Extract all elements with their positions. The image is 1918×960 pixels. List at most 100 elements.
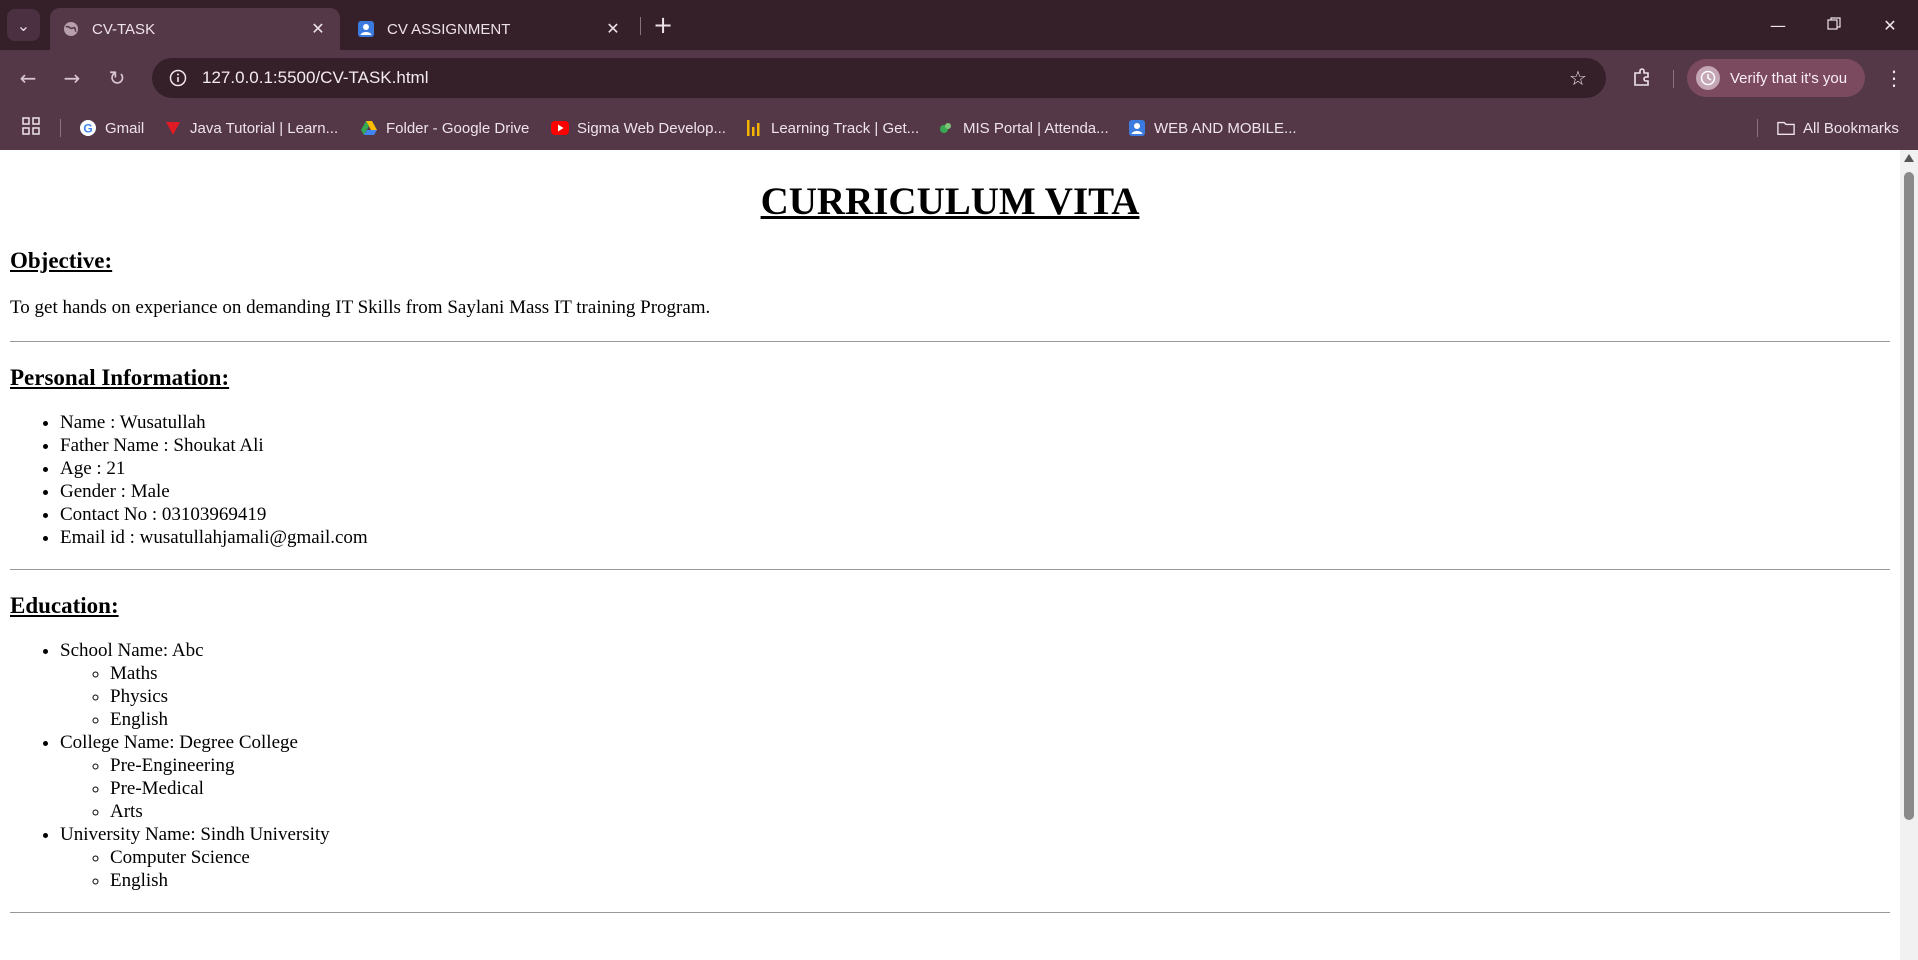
arrow-left-icon: ← <box>19 66 37 90</box>
tab-search-button[interactable]: ⌄ <box>7 9 40 41</box>
bookmarks-divider <box>1757 119 1758 137</box>
back-button[interactable]: ← <box>12 62 44 94</box>
list-item: English <box>110 708 1890 731</box>
list-item: Email id : wusatullahjamali@gmail.com <box>60 526 1890 549</box>
svg-text:G: G <box>83 122 92 136</box>
list-item: Pre-Medical <box>110 777 1890 800</box>
toolbar-divider <box>1673 70 1674 88</box>
tab-cv-task[interactable]: CV-TASK ✕ <box>50 8 340 50</box>
verify-label: Verify that it's you <box>1730 69 1848 87</box>
objective-heading: Objective: <box>10 248 113 273</box>
reload-icon: ↻ <box>108 66 126 90</box>
site-info-icon[interactable] <box>158 69 198 87</box>
objective-text: To get hands on experiance on demanding … <box>10 297 711 318</box>
divider <box>10 569 1890 570</box>
personal-info-list: Name : Wusatullah Father Name : Shoukat … <box>10 411 1890 549</box>
personal-info-heading: Personal Information: <box>10 365 230 390</box>
list-item: Computer Science <box>110 846 1890 869</box>
subject-list: Computer Science English <box>60 846 1890 892</box>
bookmark-web-and-mobile[interactable]: WEB AND MOBILE... <box>1128 106 1297 150</box>
browser-window: ⌄ CV-TASK ✕ CV ASSIGNMENT ✕ + — ✕ ← → ↻ … <box>0 0 1918 960</box>
bookmark-label: MIS Portal | Attenda... <box>963 119 1109 137</box>
address-bar[interactable]: ☆ <box>152 58 1606 98</box>
all-bookmarks-label: All Bookmarks <box>1803 119 1899 137</box>
list-item: Name : Wusatullah <box>60 411 1890 434</box>
contacts-icon <box>357 20 375 38</box>
apps-grid-icon <box>22 117 40 139</box>
education-list: School Name: Abc Maths Physics English C… <box>10 639 1890 892</box>
education-heading: Education: <box>10 593 119 618</box>
tab-strip: ⌄ CV-TASK ✕ CV ASSIGNMENT ✕ + — ✕ <box>0 0 1918 50</box>
google-icon: G <box>79 119 97 137</box>
bookmark-label: Sigma Web Develop... <box>577 119 726 137</box>
bookmark-label: Gmail <box>105 119 145 137</box>
tab-title: CV ASSIGNMENT <box>387 20 511 38</box>
institution-name: University Name: Sindh University <box>60 824 330 845</box>
chart-icon <box>745 119 763 137</box>
close-window-button[interactable]: ✕ <box>1862 0 1918 50</box>
chevron-down-icon: ⌄ <box>16 15 31 35</box>
minimize-icon: — <box>1770 15 1786 35</box>
bookmark-gmail[interactable]: G Gmail <box>79 106 144 150</box>
scrollbar-thumb[interactable] <box>1904 172 1914 820</box>
bookmark-label: Learning Track | Get... <box>771 119 920 137</box>
close-icon[interactable]: ✕ <box>308 19 328 39</box>
list-item: Maths <box>110 662 1890 685</box>
avatar <box>1696 66 1720 90</box>
bookmark-label: Folder - Google Drive <box>386 119 530 137</box>
bookmark-label: WEB AND MOBILE... <box>1154 119 1297 137</box>
list-item: School Name: Abc Maths Physics English <box>60 639 1890 731</box>
mis-icon <box>937 119 955 137</box>
globe-icon <box>62 20 80 38</box>
bookmark-mis-portal[interactable]: MIS Portal | Attenda... <box>937 106 1109 150</box>
youtube-icon <box>551 119 569 137</box>
page-scrollbar[interactable] <box>1900 150 1918 960</box>
verify-profile-button[interactable]: Verify that it's you <box>1687 59 1865 97</box>
bookmarks-bar: G Gmail Java Tutorial | Learn... Folder … <box>0 106 1918 150</box>
close-icon[interactable]: ✕ <box>603 19 623 39</box>
page-title: CURRICULUM VITA <box>760 180 1140 223</box>
arrow-right-icon: → <box>63 66 81 90</box>
list-item: Arts <box>110 800 1890 823</box>
divider <box>10 912 1890 913</box>
scroll-up-icon[interactable] <box>1904 154 1914 162</box>
close-icon: ✕ <box>1883 15 1897 35</box>
apps-button[interactable] <box>22 106 40 150</box>
new-tab-button[interactable]: + <box>650 10 676 40</box>
bookmark-learning-track[interactable]: Learning Track | Get... <box>745 106 919 150</box>
list-item: Gender : Male <box>60 480 1890 503</box>
cv-document: CURRICULUM VITA Objective: To get hands … <box>0 178 1900 913</box>
tab-cv-assignment[interactable]: CV ASSIGNMENT ✕ <box>345 8 635 50</box>
url-input[interactable] <box>198 68 1558 88</box>
list-item: Father Name : Shoukat Ali <box>60 434 1890 457</box>
bookmarks-divider <box>60 119 61 137</box>
tab-title: CV-TASK <box>92 20 156 38</box>
list-item: College Name: Degree College Pre-Enginee… <box>60 731 1890 823</box>
tab-divider <box>640 17 641 35</box>
browser-toolbar: ← → ↻ ☆ Verify that it's you ⋮ <box>0 50 1918 106</box>
subject-list: Pre-Engineering Pre-Medical Arts <box>60 754 1890 823</box>
institution-name: College Name: Degree College <box>60 732 298 753</box>
restore-button[interactable] <box>1806 0 1862 50</box>
folder-icon <box>1777 119 1795 137</box>
contacts-icon <box>1128 119 1146 137</box>
minimize-button[interactable]: — <box>1750 0 1806 50</box>
menu-button[interactable]: ⋮ <box>1880 62 1908 94</box>
extensions-icon[interactable] <box>1626 62 1658 94</box>
list-item: Contact No : 03103969419 <box>60 503 1890 526</box>
list-item: Age : 21 <box>60 457 1890 480</box>
more-vert-icon: ⋮ <box>1884 66 1904 90</box>
institution-name: School Name: Abc <box>60 640 204 661</box>
forward-button[interactable]: → <box>56 62 88 94</box>
bookmark-label: Java Tutorial | Learn... <box>190 119 339 137</box>
java-icon <box>164 119 182 137</box>
list-item: University Name: Sindh University Comput… <box>60 823 1890 892</box>
page-viewport: CURRICULUM VITA Objective: To get hands … <box>0 150 1900 960</box>
bookmark-sigma-web[interactable]: Sigma Web Develop... <box>551 106 726 150</box>
restore-icon <box>1827 16 1841 35</box>
reload-button[interactable]: ↻ <box>101 62 133 94</box>
bookmark-java-tutorial[interactable]: Java Tutorial | Learn... <box>164 106 338 150</box>
bookmark-star-icon[interactable]: ☆ <box>1558 66 1598 90</box>
bookmark-google-drive[interactable]: Folder - Google Drive <box>360 106 529 150</box>
all-bookmarks-button[interactable]: All Bookmarks <box>1777 106 1899 150</box>
